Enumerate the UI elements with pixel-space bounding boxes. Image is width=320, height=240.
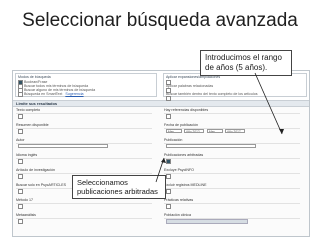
checkbox-icon[interactable]: [166, 159, 171, 164]
date-to-month-select[interactable]: Mes: [207, 129, 223, 133]
checkbox-icon[interactable]: [18, 189, 23, 194]
limit-clinical-population: Población clínica: [163, 213, 303, 227]
date-to-year-input[interactable]: Año 2017: [225, 129, 245, 133]
checkbox-icon[interactable]: [18, 159, 23, 164]
limit-full-text: Texto completo: [15, 108, 155, 122]
checkbox-icon[interactable]: [18, 129, 23, 134]
callout-date-range: Introducimos el rango de años (5 años).: [200, 50, 292, 76]
radio-icon[interactable]: [18, 91, 23, 97]
clinical-population-select[interactable]: [166, 219, 248, 224]
limit-english: Idioma inglés: [15, 153, 155, 167]
limit-method: Método 17: [15, 198, 155, 212]
author-input[interactable]: [18, 144, 108, 148]
slide-title: Seleccionar búsqueda avanzada: [22, 10, 298, 31]
date-from-year-input[interactable]: Año 2012: [184, 129, 204, 133]
search-mode-option-smarttext[interactable]: Búsqueda en SmartText Sugerencia: [18, 91, 156, 97]
limit-references: Hay referencias disponibles: [163, 108, 303, 122]
limit-meta-analysis: Metaanálisis: [15, 213, 155, 227]
checkbox-icon[interactable]: [18, 219, 23, 224]
callout-peer-reviewed: Seleccionamos publicaciones arbitradas: [72, 175, 166, 199]
checkbox-icon[interactable]: [166, 204, 171, 209]
limit-exclude-psycinfo: Excluye PsycINFO: [163, 168, 303, 182]
expanders-box: Aplicar expansiones/ampliaciones Aplicar…: [163, 73, 307, 101]
limit-peer-reviewed: Publicaciones arbitradas: [163, 153, 303, 167]
limit-publication-date: Fecha de publicación Mes Año 2012 Mes Añ…: [163, 123, 303, 137]
hint-link[interactable]: Sugerencia: [65, 92, 83, 96]
checkbox-icon[interactable]: [166, 114, 171, 119]
checkbox-icon[interactable]: [166, 189, 171, 194]
limit-practices: Prácticas relativas: [163, 198, 303, 212]
checkbox-icon[interactable]: [166, 95, 171, 101]
checkbox-icon[interactable]: [18, 204, 23, 209]
checkbox-icon[interactable]: [18, 114, 23, 119]
checkbox-icon[interactable]: [18, 174, 23, 179]
search-modes-box: Modos de búsqueda Boolean/Frase Buscar t…: [15, 73, 157, 97]
advanced-search-screenshot: Modos de búsqueda Boolean/Frase Buscar t…: [12, 70, 310, 237]
limit-abstract: Resumen disponible: [15, 123, 155, 137]
limit-author: Autor: [15, 138, 155, 152]
expander-option[interactable]: [166, 95, 306, 101]
date-from-month-select[interactable]: Mes: [166, 129, 182, 133]
publication-input[interactable]: [166, 144, 256, 148]
limits-section-header: Limite sus resultados: [13, 101, 309, 107]
limit-exclude-medline: Excluir registros MEDLINE: [163, 183, 303, 197]
limit-publication: Publicación: [163, 138, 303, 152]
checkbox-icon[interactable]: [166, 174, 171, 179]
